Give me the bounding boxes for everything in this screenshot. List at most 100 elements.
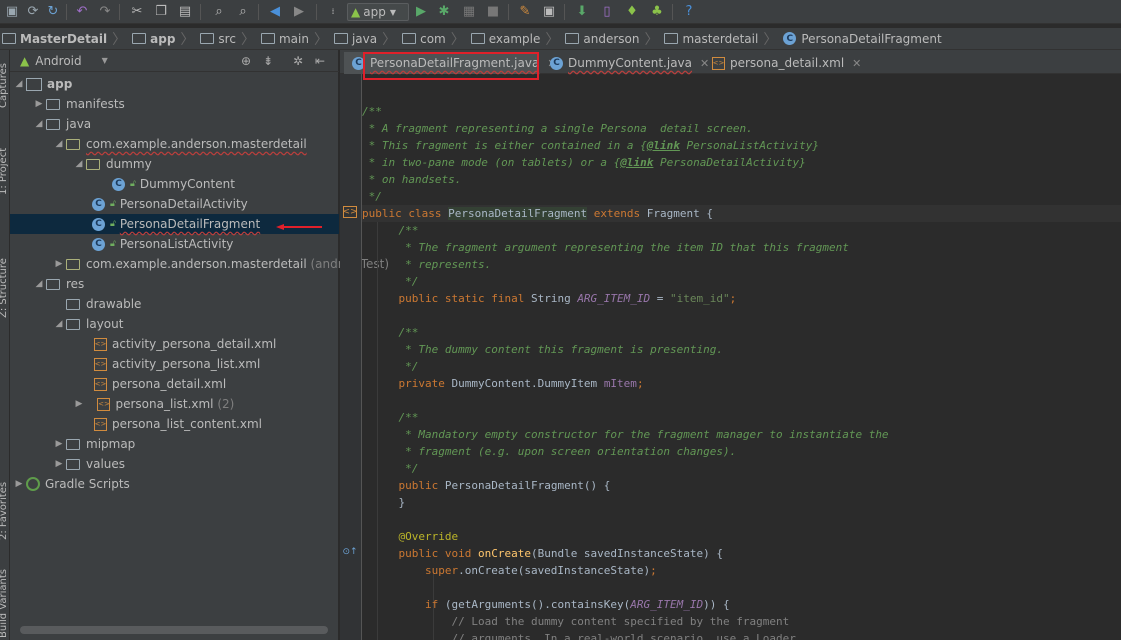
- run-icon[interactable]: ▶: [412, 3, 430, 21]
- avd-manager-icon[interactable]: ▯: [598, 3, 616, 21]
- tree-item-androidtest-package[interactable]: ▶com.example.anderson.masterdetail (andr…: [10, 254, 390, 274]
- collapse-all-icon[interactable]: ⇟: [260, 53, 276, 69]
- undo-icon[interactable]: ↶: [73, 3, 91, 21]
- favorites-tab[interactable]: 2: Favorites: [0, 482, 9, 540]
- expanded-arrow-icon: ◢: [35, 119, 43, 129]
- hide-panel-icon[interactable]: ⇤: [312, 53, 328, 69]
- tree-item-mipmap[interactable]: ▶ mipmap: [10, 434, 339, 454]
- project-tab[interactable]: 1: Project: [0, 148, 9, 195]
- tree-item-dummycontent[interactable]: C 🔓︎ DummyContent: [10, 174, 339, 194]
- tree-item-java[interactable]: ◢ java: [10, 114, 339, 134]
- class-icon: C: [92, 237, 105, 251]
- breadcrumb-item[interactable]: anderson 〉: [563, 28, 662, 49]
- tree-item-values[interactable]: ▶ values: [10, 454, 339, 474]
- tree-item-res[interactable]: ◢ res: [10, 274, 339, 294]
- code-line: * A fragment representing a single Perso…: [362, 122, 753, 135]
- lock-icon: 🔓︎: [110, 199, 116, 209]
- project-structure-icon[interactable]: ✎: [516, 3, 534, 21]
- structure-tab[interactable]: Z: Structure: [0, 258, 9, 318]
- project-view-select[interactable]: ▲ Android ▼: [10, 54, 120, 68]
- code-line: */: [372, 275, 419, 288]
- code-line: public static final String ARG_ITEM_ID =…: [372, 292, 737, 305]
- breadcrumb-item[interactable]: masterdetail 〉: [662, 28, 781, 49]
- captures-tab[interactable]: Captures: [0, 63, 9, 108]
- debug-icon[interactable]: ✱: [435, 3, 453, 21]
- tree-item-persona-list-content-xml[interactable]: <> persona_list_content.xml: [10, 414, 339, 434]
- make-icon[interactable]: ⁞: [324, 3, 342, 21]
- folder-icon: [470, 33, 485, 44]
- folder-icon: [66, 318, 80, 330]
- tool-window-strip: Captures 1: Project Z: Structure 2: Favo…: [0, 50, 10, 640]
- breadcrumb-item[interactable]: com 〉: [400, 28, 469, 49]
- tree-item-package[interactable]: ◢ com.example.anderson.masterdetail: [10, 134, 339, 154]
- tree-item-manifests[interactable]: ▶ manifests: [10, 94, 339, 114]
- cut-icon[interactable]: ✂: [128, 3, 146, 21]
- code-line: // Load the dummy content specified by t…: [372, 615, 790, 628]
- breadcrumb-item[interactable]: example 〉: [469, 28, 564, 49]
- folder-icon: [66, 458, 80, 470]
- tree-item-dummy[interactable]: ◢ dummy: [10, 154, 339, 174]
- folder-icon: [664, 33, 679, 44]
- breadcrumb-item[interactable]: main 〉: [259, 28, 332, 49]
- lock-icon: 🔓︎: [110, 219, 116, 229]
- project-panel-header: ▲ Android ▼ ⊕ ⇟ ✲ ⇤: [10, 50, 339, 72]
- horizontal-scrollbar[interactable]: [20, 626, 328, 634]
- breadcrumb-item[interactable]: app 〉: [130, 28, 198, 49]
- class-icon: C: [112, 177, 125, 191]
- tree-item-persona-list-xml[interactable]: ▶ <> persona_list.xml (2): [10, 394, 339, 414]
- folder-icon: [333, 33, 348, 44]
- stop-icon[interactable]: ■: [484, 3, 502, 21]
- attach-icon[interactable]: ▦: [460, 3, 478, 21]
- xml-file-icon: <>: [94, 337, 107, 351]
- tree-item-personalistactivity[interactable]: C 🔓︎ PersonaListActivity: [10, 234, 339, 254]
- build-variants-tab[interactable]: Build Variants: [0, 569, 9, 638]
- settings-icon[interactable]: ▣: [540, 3, 558, 21]
- gear-icon[interactable]: ✲: [290, 53, 306, 69]
- forward-icon[interactable]: ▶: [290, 3, 308, 21]
- android-device-monitor-icon[interactable]: ♦: [623, 3, 641, 21]
- tree-item-layout[interactable]: ◢ layout: [10, 314, 339, 334]
- copy-icon[interactable]: ❐: [152, 3, 170, 21]
- scroll-from-source-icon[interactable]: ⊕: [238, 53, 254, 69]
- sync-icon[interactable]: ⟳: [24, 3, 42, 21]
- tree-item-activity-persona-list-xml[interactable]: <> activity_persona_list.xml: [10, 354, 339, 374]
- code-line: /**: [372, 224, 419, 237]
- override-icon[interactable]: ⊙↑: [342, 546, 357, 558]
- paste-icon[interactable]: ▤: [176, 3, 194, 21]
- android-icon-2[interactable]: ♣: [648, 3, 666, 21]
- redo-icon[interactable]: ↷: [96, 3, 114, 21]
- run-configuration-select[interactable]: ▲ app ▼: [347, 3, 409, 21]
- tab-dummycontent-java[interactable]: C DummyContent.java ✕: [542, 52, 709, 74]
- code-line-current: public class PersonaDetailFragment exten…: [362, 205, 1121, 222]
- save-icon[interactable]: ▣: [3, 3, 21, 21]
- collapsed-arrow-icon: ▶: [15, 479, 23, 489]
- code-editor[interactable]: /** * A fragment representing a single P…: [362, 74, 1121, 640]
- android-icon: ▲: [351, 5, 361, 19]
- tree-item-personadetailactivity[interactable]: C 🔓︎ PersonaDetailActivity: [10, 194, 339, 214]
- find-icon[interactable]: ⌕: [210, 3, 228, 21]
- tab-persona-detail-xml[interactable]: <> persona_detail.xml ✕: [704, 52, 861, 74]
- folder-icon: [46, 118, 60, 130]
- breadcrumb-item[interactable]: C PersonaDetailFragment: [781, 28, 945, 49]
- synchronize-icon[interactable]: ↻: [44, 3, 62, 21]
- tree-item-gradle-scripts[interactable]: ▶ Gradle Scripts: [10, 474, 339, 494]
- xml-related-icon[interactable]: <>: [342, 206, 358, 218]
- tree-item-app[interactable]: ◢ app: [10, 74, 339, 94]
- breadcrumb-item[interactable]: java 〉: [332, 28, 400, 49]
- code-line: /**: [372, 411, 419, 424]
- breadcrumb-item[interactable]: src 〉: [198, 28, 259, 49]
- code-line: if (getArguments().containsKey(ARG_ITEM_…: [372, 598, 730, 611]
- tree-item-drawable[interactable]: drawable: [10, 294, 339, 314]
- close-icon[interactable]: ✕: [852, 57, 861, 70]
- replace-icon[interactable]: ⌕: [234, 3, 252, 21]
- red-arrow-annotation: [276, 224, 322, 230]
- tree-item-persona-detail-xml[interactable]: <> persona_detail.xml: [10, 374, 339, 394]
- breadcrumb-item[interactable]: MasterDetail 〉: [0, 28, 130, 49]
- back-icon[interactable]: ◀: [266, 3, 284, 21]
- class-icon: C: [92, 217, 105, 231]
- help-icon[interactable]: ?: [680, 3, 698, 21]
- class-icon: C: [92, 197, 105, 211]
- sdk-manager-icon[interactable]: ⬇: [573, 3, 591, 21]
- tree-item-activity-persona-detail-xml[interactable]: <> activity_persona_detail.xml: [10, 334, 339, 354]
- code-line: */: [372, 462, 419, 475]
